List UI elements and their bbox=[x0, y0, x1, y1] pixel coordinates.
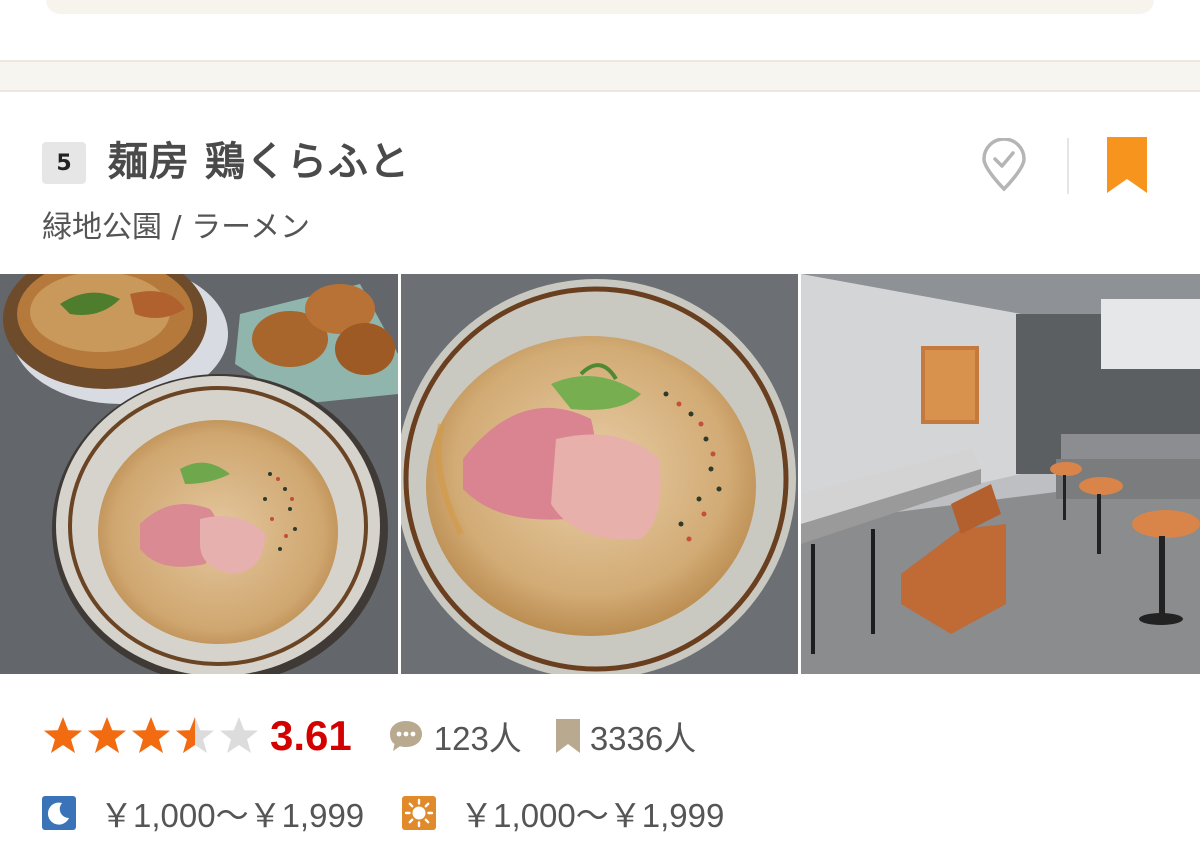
moon-icon bbox=[42, 796, 76, 830]
photo-gallery[interactable] bbox=[0, 274, 1200, 674]
visited-check-icon[interactable] bbox=[980, 138, 1028, 192]
rating-row: 3.61 123人 3336人 bbox=[42, 708, 696, 764]
star-icon bbox=[132, 717, 170, 753]
area-genre[interactable]: 緑地公園 / ラーメン bbox=[42, 208, 310, 248]
restaurant-interior-photo[interactable] bbox=[801, 274, 1200, 674]
star-rating bbox=[42, 715, 262, 757]
previous-card-bottom bbox=[46, 0, 1154, 14]
review-count[interactable]: 123人 bbox=[388, 712, 522, 760]
save-count-value: 3336人 bbox=[589, 720, 697, 757]
star-icon bbox=[44, 717, 82, 753]
star-icon bbox=[176, 717, 214, 753]
rating-score: 3.61 bbox=[270, 712, 352, 759]
lunch-price: ￥1,000～￥1,999 bbox=[460, 797, 725, 834]
review-count-value: 123人 bbox=[433, 720, 522, 757]
save-count[interactable]: 3336人 bbox=[555, 712, 697, 760]
section-divider bbox=[0, 60, 1200, 92]
sun-icon bbox=[402, 796, 437, 830]
rank-badge: 5 bbox=[42, 142, 86, 184]
star-icon bbox=[220, 717, 258, 753]
star-icon bbox=[88, 717, 126, 753]
ramen-and-karaage-photo[interactable] bbox=[0, 274, 398, 674]
ramen-closeup-photo[interactable] bbox=[401, 274, 798, 674]
bookmark-icon[interactable] bbox=[1107, 137, 1147, 193]
icon-separator bbox=[1067, 138, 1069, 194]
price-row: ￥1,000～￥1,999 ￥1,000～￥1,999 bbox=[42, 788, 724, 838]
comment-icon bbox=[389, 721, 422, 751]
restaurant-name[interactable]: 麺房 鶏くらふと bbox=[108, 134, 410, 190]
dinner-price: ￥1,000～￥1,999 bbox=[100, 797, 365, 834]
bookmark-count-icon bbox=[555, 719, 580, 753]
